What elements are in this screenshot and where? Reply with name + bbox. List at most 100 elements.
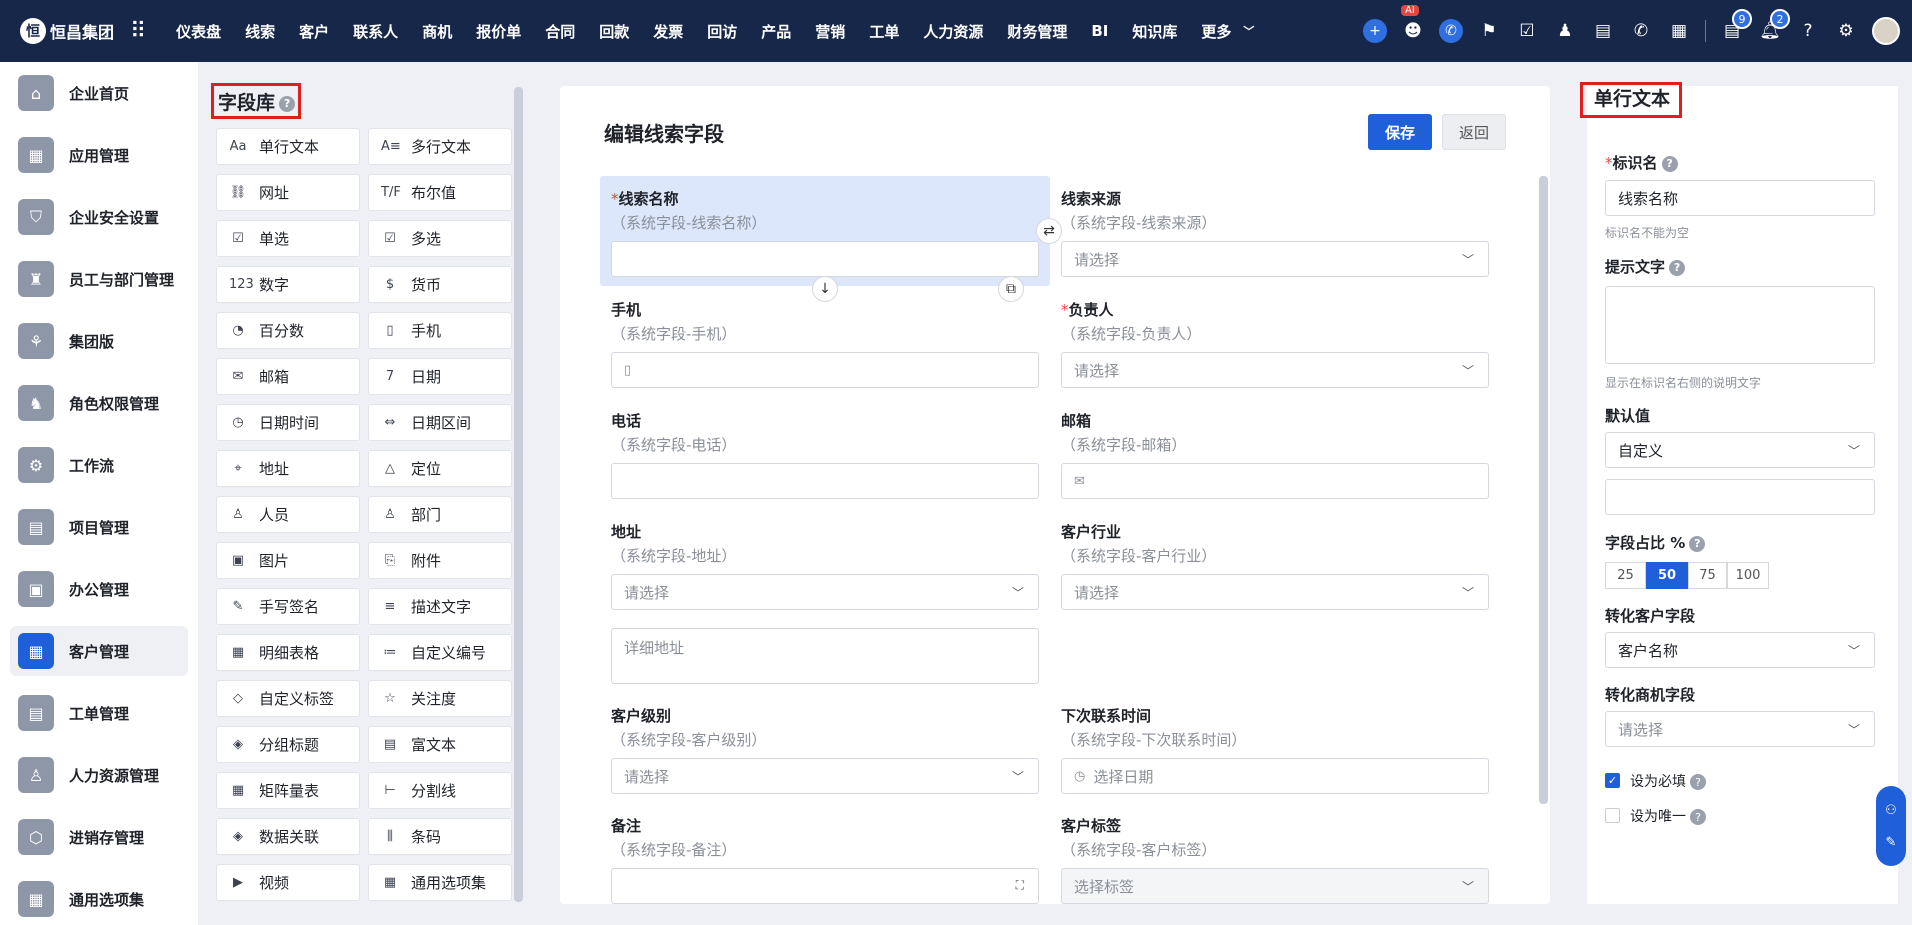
settings-icon[interactable]: ⚙ <box>1834 19 1858 43</box>
bell-icon[interactable]: 🔔︎ 2 <box>1758 9 1790 43</box>
field-input[interactable]: ▯ <box>611 352 1039 388</box>
sidebar-item[interactable]: ⬡ 进销存管理 <box>10 812 188 862</box>
sidebar-item[interactable]: ⚙ 工作流 <box>10 440 188 490</box>
default-value-input[interactable] <box>1605 479 1875 515</box>
field-type-chip[interactable]: ◔ 百分数 <box>216 312 360 349</box>
address-detail-textarea[interactable]: 详细地址 <box>611 628 1039 684</box>
field-input[interactable] <box>611 463 1039 499</box>
nav-item[interactable]: 回款 <box>587 21 641 42</box>
ai-robot-icon[interactable]: ☻ AI <box>1401 5 1425 43</box>
field-input[interactable] <box>611 241 1039 277</box>
contacts-icon[interactable]: ♟ <box>1553 19 1577 43</box>
field-type-chip[interactable]: 123 数字 <box>216 266 360 303</box>
field-type-chip[interactable]: 7 日期 <box>368 358 512 395</box>
ratio-option[interactable]: 75 <box>1688 562 1727 589</box>
sidebar-item[interactable]: ▦ 通用选项集 <box>10 874 188 924</box>
name-input[interactable]: 线索名称 <box>1605 180 1875 216</box>
field-type-chip[interactable]: ⎘ 附件 <box>368 542 512 579</box>
help-icon[interactable]: ? <box>1669 259 1686 276</box>
add-icon[interactable]: + <box>1363 19 1387 43</box>
expand-icon[interactable]: ⛶ <box>1016 878 1024 893</box>
field-type-chip[interactable]: ≔ 自定义编号 <box>368 634 512 671</box>
field-library-scrollbar[interactable] <box>514 87 523 902</box>
sidebar-item[interactable]: ⛉ 企业安全设置 <box>10 192 188 242</box>
app-grid-icon[interactable]: ⠿ <box>130 19 146 44</box>
nav-item[interactable]: BI <box>1079 22 1120 40</box>
nav-item[interactable]: 人力资源 <box>911 21 995 42</box>
nav-item[interactable]: 知识库 <box>1120 21 1189 42</box>
field-input[interactable]: ✉ <box>1061 463 1489 499</box>
phone-icon[interactable]: ✆ <box>1629 19 1653 43</box>
field-input[interactable]: 请选择 ﹀ <box>1061 574 1489 610</box>
editor-scrollbar[interactable] <box>1539 176 1548 804</box>
field-type-chip[interactable]: ⌖ 地址 <box>216 450 360 487</box>
field-type-chip[interactable]: ▦ 明细表格 <box>216 634 360 671</box>
field-type-chip[interactable]: ≡ 描述文字 <box>368 588 512 625</box>
ratio-option[interactable]: 100 <box>1727 562 1769 589</box>
field-type-chip[interactable]: ◈ 分组标题 <box>216 726 360 763</box>
sidebar-item[interactable]: ⌂ 企业首页 <box>10 68 188 118</box>
nav-item[interactable]: 回访 <box>695 21 749 42</box>
help-icon[interactable]: ? <box>1689 535 1706 552</box>
field-input[interactable]: 请选择 ﹀ <box>1061 241 1489 277</box>
sidebar-item[interactable]: ▣ 办公管理 <box>10 564 188 614</box>
help-icon[interactable]: ? <box>1690 774 1706 790</box>
field-type-chip[interactable]: ⫼ 条码 <box>368 818 512 855</box>
help-icon[interactable]: ? <box>1796 19 1820 43</box>
nav-item[interactable]: 线索 <box>233 21 287 42</box>
field-input[interactable]: 选择标签 ﹀ <box>1061 868 1489 904</box>
back-button[interactable]: 返回 <box>1442 114 1506 150</box>
ratio-option[interactable]: 50 <box>1646 562 1688 589</box>
nav-item[interactable]: 更多 <box>1189 21 1243 42</box>
notes-icon[interactable]: ▤ <box>1591 19 1615 43</box>
field-type-chip[interactable]: Aa 单行文本 <box>216 128 360 165</box>
calendar-icon[interactable]: ▦ <box>1667 19 1691 43</box>
field-type-chip[interactable]: ⇔ 日期区间 <box>368 404 512 441</box>
field-input[interactable]: 请选择 ﹀ <box>1061 352 1489 388</box>
save-button[interactable]: 保存 <box>1368 114 1432 150</box>
nav-item[interactable]: 商机 <box>410 21 464 42</box>
field-type-chip[interactable]: ✉ 邮箱 <box>216 358 360 395</box>
convert-opp-select[interactable]: 请选择 ﹀ <box>1605 711 1875 747</box>
field-input[interactable]: 请选择 ﹀ <box>611 758 1039 794</box>
help-icon[interactable]: ? <box>1661 155 1678 172</box>
field-type-chip[interactable]: ▣ 图片 <box>216 542 360 579</box>
sidebar-item[interactable]: ▦ 应用管理 <box>10 130 188 180</box>
nav-item[interactable]: 发票 <box>641 21 695 42</box>
nav-item[interactable]: 营销 <box>803 21 857 42</box>
field-type-chip[interactable]: ☆ 关注度 <box>368 680 512 717</box>
sidebar-item[interactable]: ⚘ 集团版 <box>10 316 188 366</box>
company-logo[interactable]: 恒 恒昌集团 <box>20 18 118 44</box>
edit-note-icon[interactable]: ✎ <box>1886 835 1897 850</box>
sidebar-item[interactable]: ▦ 客户管理 <box>10 626 188 676</box>
help-icon[interactable]: ? <box>1690 809 1706 825</box>
field-input[interactable]: 请选择 ﹀ <box>611 574 1039 610</box>
field-type-chip[interactable]: ◈ 数据关联 <box>216 818 360 855</box>
nav-item[interactable]: 仪表盘 <box>164 21 233 42</box>
field-type-chip[interactable]: T/F 布尔值 <box>368 174 512 211</box>
nav-item[interactable]: 联系人 <box>341 21 410 42</box>
field-type-chip[interactable]: ☑ 单选 <box>216 220 360 257</box>
sidebar-item[interactable]: ▤ 项目管理 <box>10 502 188 552</box>
field-type-chip[interactable]: ▶ 视频 <box>216 864 360 901</box>
field-type-chip[interactable]: ♙ 部门 <box>368 496 512 533</box>
user-avatar[interactable] <box>1872 17 1900 45</box>
tip-textarea[interactable] <box>1605 286 1875 364</box>
default-select[interactable]: 自定义 ﹀ <box>1605 432 1875 468</box>
chat-icon[interactable]: ✆ <box>1439 19 1463 43</box>
unique-checkbox[interactable] <box>1605 808 1620 823</box>
field-type-chip[interactable]: ▦ 通用选项集 <box>368 864 512 901</box>
field-type-chip[interactable]: ⊢ 分割线 <box>368 772 512 809</box>
field-input[interactable]: ⛶ <box>611 868 1039 904</box>
field-type-chip[interactable]: ◷ 日期时间 <box>216 404 360 441</box>
nav-item[interactable]: 报价单 <box>464 21 533 42</box>
required-checkbox[interactable]: ✓ <box>1605 773 1620 788</box>
field-type-chip[interactable]: $ 货币 <box>368 266 512 303</box>
tasks-icon[interactable]: ▤ 9 <box>1720 9 1752 43</box>
field-type-chip[interactable]: ♙ 人员 <box>216 496 360 533</box>
field-type-chip[interactable]: ✎ 手写签名 <box>216 588 360 625</box>
share-icon[interactable]: ⚇ <box>1885 803 1897 818</box>
field-type-chip[interactable]: ⛓ 网址 <box>216 174 360 211</box>
nav-item[interactable]: 客户 <box>287 21 341 42</box>
field-type-chip[interactable]: ◇ 自定义标签 <box>216 680 360 717</box>
